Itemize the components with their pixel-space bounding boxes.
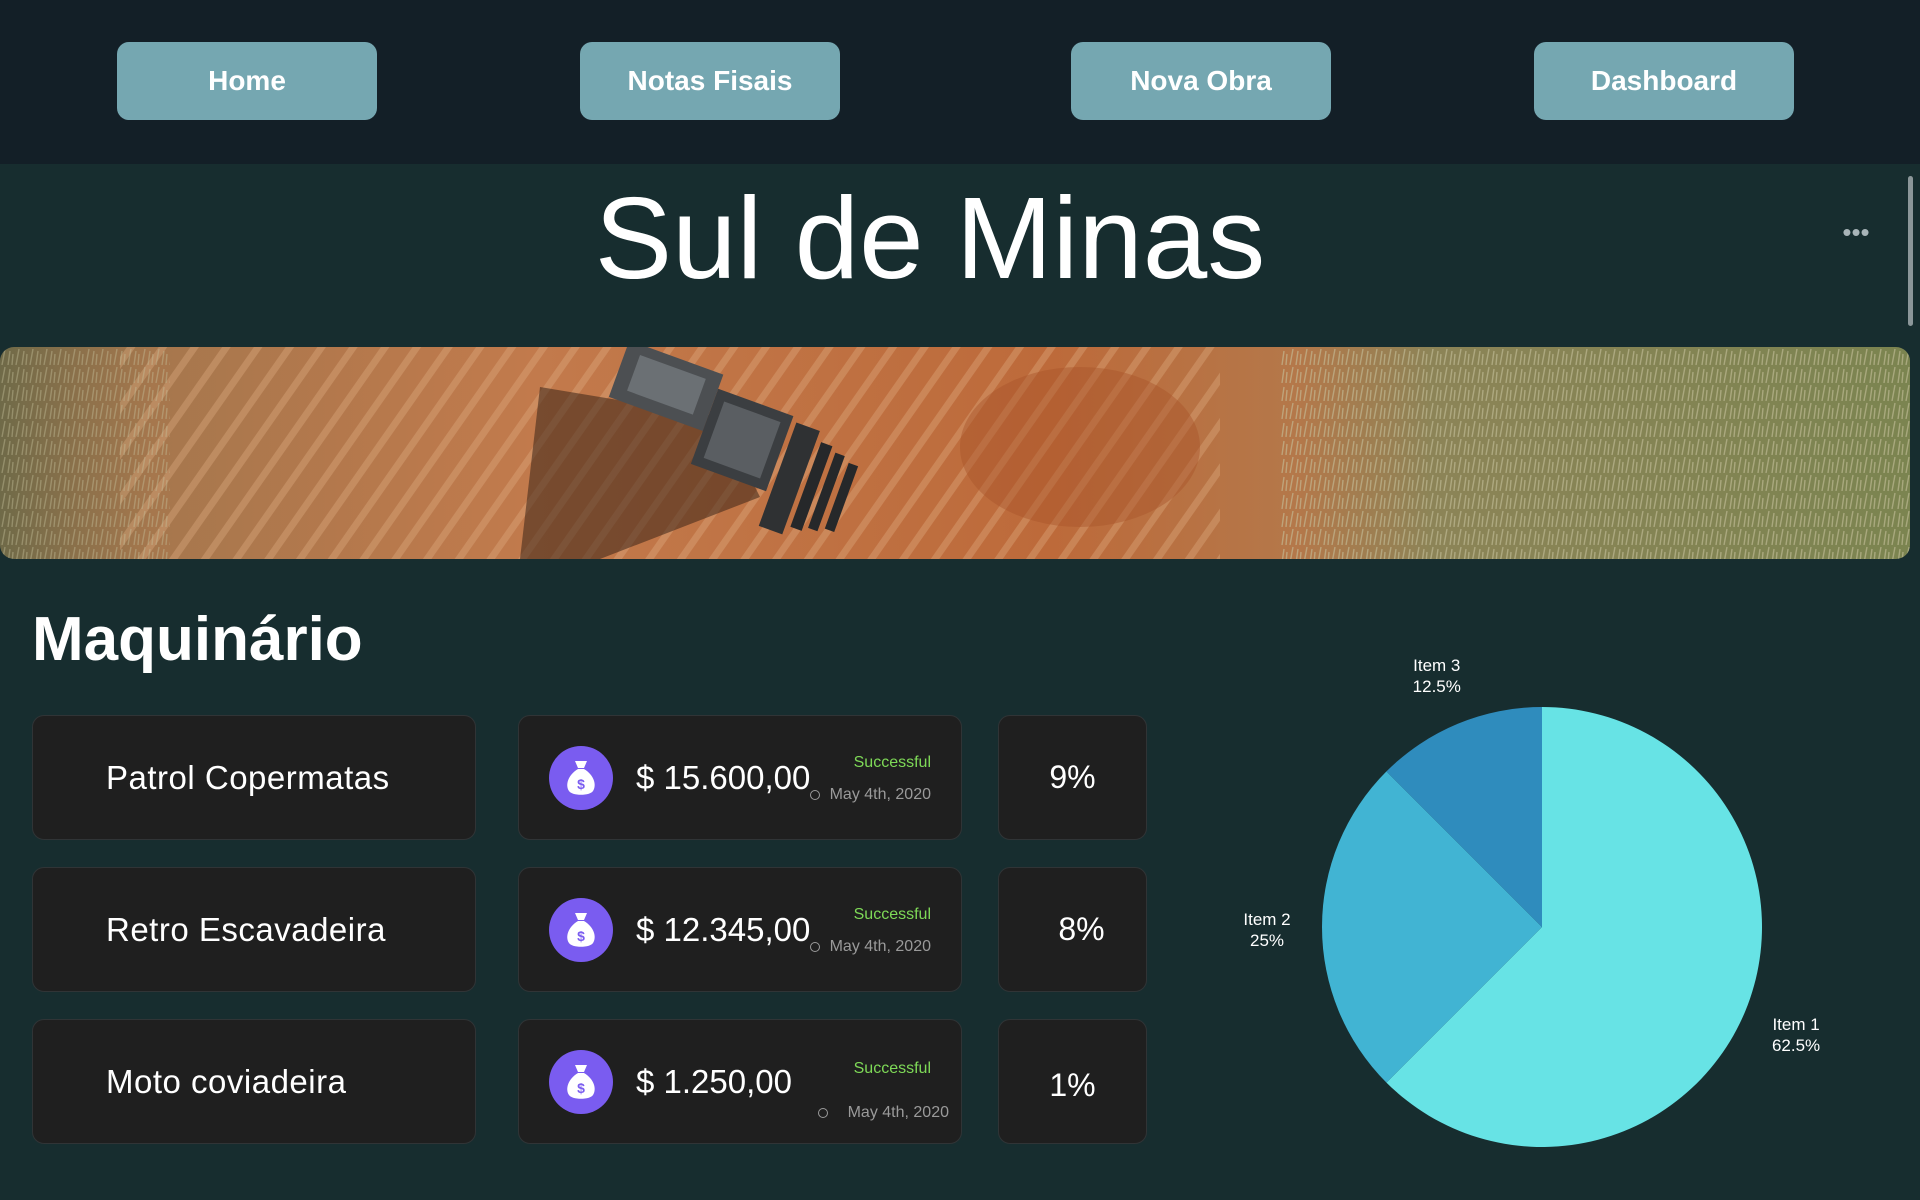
home-button[interactable]: Home [117, 42, 377, 120]
pie-value-3: 12.5% [1413, 677, 1461, 696]
status-label: Successful [853, 906, 931, 923]
nova-obra-button[interactable]: Nova Obra [1071, 42, 1331, 120]
percent-card[interactable]: 8% [998, 867, 1147, 992]
date-group: May 4th, 2020 [817, 1104, 949, 1122]
machine-name: Retro Escavadeira [106, 910, 386, 948]
transaction-card[interactable]: $ $ 15.600,00 Successful May 4th, 2020 [518, 715, 962, 840]
pie-label-2: Item 2 [1243, 910, 1290, 929]
machine-name-card[interactable]: Moto coviadeira [32, 1019, 476, 1144]
svg-text:$: $ [577, 928, 585, 944]
machine-name: Moto coviadeira [106, 1062, 347, 1100]
date-group: May 4th, 2020 [809, 786, 931, 804]
amount-value: $ 1.250,00 [636, 1062, 792, 1100]
clock-icon [809, 790, 820, 800]
machine-name: Patrol Copermatas [106, 758, 390, 796]
dashboard-button[interactable]: Dashboard [1534, 42, 1794, 120]
notas-fisais-button[interactable]: Notas Fisais [580, 42, 840, 120]
pie-value-2: 25% [1250, 931, 1284, 950]
percent-card[interactable]: 9% [998, 715, 1147, 840]
status-label: Successful [853, 754, 931, 771]
pie-chart: Item 1 62.5% Item 2 25% Item 3 12.5% [1243, 656, 1820, 1147]
svg-text:$: $ [577, 1080, 585, 1096]
svg-text:$: $ [577, 776, 585, 792]
percent-value: 8% [1058, 911, 1105, 947]
date-group: May 4th, 2020 [809, 938, 931, 956]
hero-image [0, 347, 1910, 559]
section-title: Maquinário [32, 605, 363, 674]
transaction-card[interactable]: $ $ 12.345,00 Successful May 4th, 2020 [518, 867, 962, 992]
money-bag-icon: $ [549, 746, 613, 810]
pie-label-3: Item 3 [1413, 656, 1460, 675]
percent-value: 1% [1049, 1067, 1096, 1103]
page-title: Sul de Minas [594, 173, 1266, 303]
amount-value: $ 15.600,00 [636, 758, 811, 796]
scrollbar[interactable] [1908, 176, 1913, 326]
status-label: Successful [853, 1060, 931, 1077]
machine-name-card[interactable]: Retro Escavadeira [32, 867, 476, 992]
money-bag-icon: $ [549, 898, 613, 962]
clock-icon [809, 942, 820, 952]
more-horizontal-icon[interactable]: ••• [1840, 219, 1872, 245]
clock-icon [817, 1108, 828, 1118]
date-label: May 4th, 2020 [847, 1104, 949, 1121]
machine-name-card[interactable]: Patrol Copermatas [32, 715, 476, 840]
date-label: May 4th, 2020 [829, 786, 931, 803]
transaction-card[interactable]: $ $ 1.250,00 Successful May 4th, 2020 [518, 1019, 962, 1144]
amount-value: $ 12.345,00 [636, 910, 811, 948]
pie-label-1: Item 1 [1772, 1015, 1819, 1034]
percent-value: 9% [1049, 759, 1096, 795]
money-bag-icon: $ [549, 1050, 613, 1114]
percent-card[interactable]: 1% [998, 1019, 1147, 1144]
date-label: May 4th, 2020 [829, 938, 931, 955]
pie-value-1: 62.5% [1772, 1036, 1820, 1055]
top-nav-bar: Home Notas Fisais Nova Obra Dashboard [0, 0, 1920, 164]
